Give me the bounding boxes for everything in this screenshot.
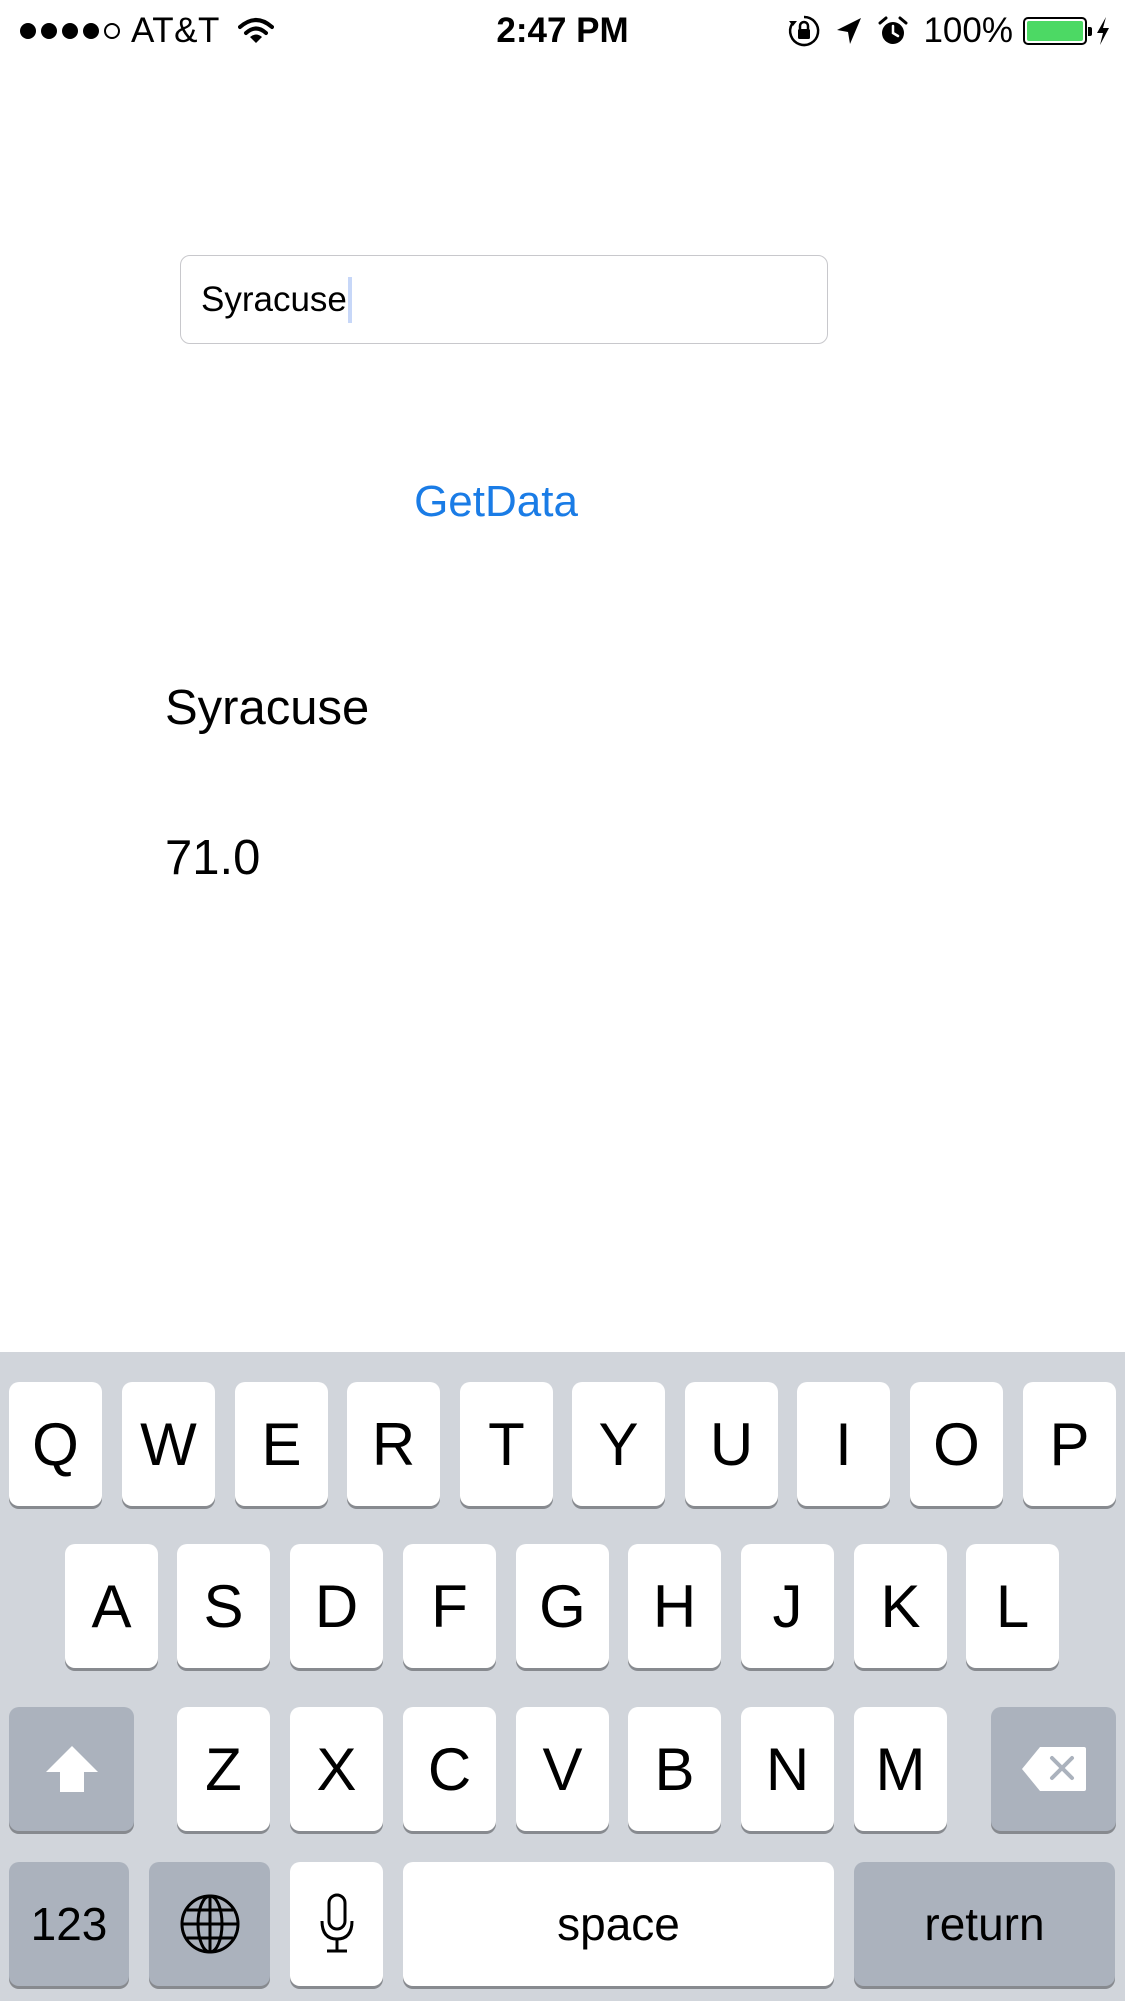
key-u[interactable]: U xyxy=(685,1382,778,1506)
key-f[interactable]: F xyxy=(403,1544,496,1668)
alarm-icon xyxy=(878,16,908,44)
key-e[interactable]: E xyxy=(235,1382,328,1506)
result-city-label: Syracuse xyxy=(165,681,370,735)
key-d[interactable]: D xyxy=(290,1544,383,1668)
key-h[interactable]: H xyxy=(628,1544,721,1668)
text-cursor xyxy=(347,276,352,323)
city-input-value: Syracuse xyxy=(201,279,347,319)
key-l[interactable]: L xyxy=(966,1544,1059,1668)
microphone-icon xyxy=(320,1893,353,1953)
key-b[interactable]: B xyxy=(628,1707,721,1831)
key-v[interactable]: V xyxy=(516,1707,609,1831)
shift-key[interactable] xyxy=(9,1707,134,1831)
key-j[interactable]: J xyxy=(741,1544,834,1668)
battery-tip xyxy=(1088,27,1092,36)
key-a[interactable]: A xyxy=(65,1544,158,1668)
microphone-key[interactable] xyxy=(290,1862,383,1986)
status-right: 100% xyxy=(773,8,1111,54)
return-key[interactable]: return xyxy=(854,1862,1115,1986)
delete-icon xyxy=(1021,1747,1086,1791)
key-i[interactable]: I xyxy=(797,1382,890,1506)
key-c[interactable]: C xyxy=(403,1707,496,1831)
location-arrow-icon xyxy=(837,18,862,44)
key-k[interactable]: K xyxy=(854,1544,947,1668)
rotation-lock-icon xyxy=(789,15,820,47)
key-m[interactable]: M xyxy=(854,1707,947,1831)
space-key[interactable]: space xyxy=(403,1862,834,1986)
key-y[interactable]: Y xyxy=(572,1382,665,1506)
globe-key[interactable] xyxy=(149,1862,270,1986)
key-o[interactable]: O xyxy=(910,1382,1003,1506)
delete-key[interactable] xyxy=(991,1707,1116,1831)
result-temperature-label: 71.0 xyxy=(165,831,261,885)
key-r[interactable]: R xyxy=(347,1382,440,1506)
key-g[interactable]: G xyxy=(516,1544,609,1668)
city-input[interactable]: Syracuse xyxy=(180,255,828,344)
battery-icon xyxy=(1023,17,1092,45)
keyboard: Q W E R T Y U I O P A S D F G H J K L Z … xyxy=(0,1352,1125,2001)
get-data-button[interactable]: GetData xyxy=(380,462,612,542)
numbers-key[interactable]: 123 xyxy=(9,1862,129,1986)
battery-percent: 100% xyxy=(923,11,1013,50)
key-q[interactable]: Q xyxy=(9,1382,102,1506)
shift-icon xyxy=(45,1746,98,1792)
charging-bolt-icon xyxy=(1097,17,1109,45)
battery-level-fill xyxy=(1027,21,1083,41)
key-w[interactable]: W xyxy=(122,1382,215,1506)
key-s[interactable]: S xyxy=(177,1544,270,1668)
key-p[interactable]: P xyxy=(1023,1382,1116,1506)
key-t[interactable]: T xyxy=(460,1382,553,1506)
key-x[interactable]: X xyxy=(290,1707,383,1831)
status-bar: AT&T 2:47 PM 100% xyxy=(0,0,1125,62)
key-n[interactable]: N xyxy=(741,1707,834,1831)
globe-icon xyxy=(180,1894,239,1954)
key-z[interactable]: Z xyxy=(177,1707,270,1831)
